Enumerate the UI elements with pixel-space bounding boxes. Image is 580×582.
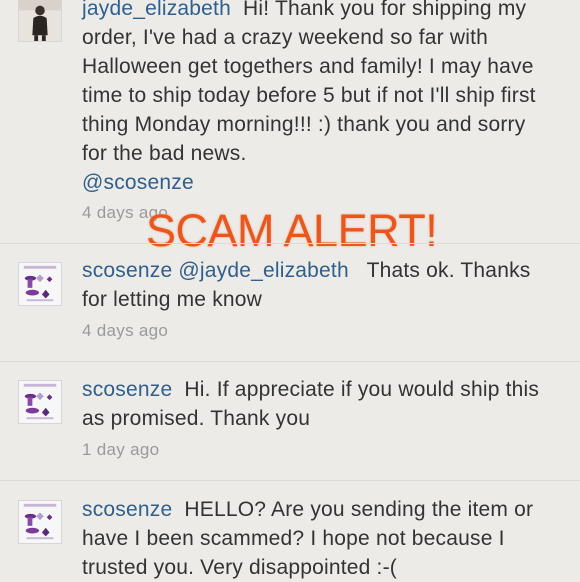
comment-username[interactable]: jayde_elizabeth: [82, 0, 231, 20]
shop-logo-avatar-icon: [19, 263, 61, 305]
shop-logo-avatar-icon: [19, 381, 61, 423]
divider: [0, 361, 580, 362]
comment-username[interactable]: scosenze: [82, 498, 172, 521]
comment-body: scosenze @jayde_elizabeth Thats ok. Than…: [82, 256, 552, 314]
user-avatar[interactable]: [18, 0, 62, 42]
comment-username[interactable]: scosenze: [82, 378, 172, 401]
comment-timestamp: 4 days ago: [82, 321, 169, 340]
user-avatar[interactable]: [18, 380, 62, 424]
comment-mention[interactable]: @jayde_elizabeth: [178, 259, 348, 282]
divider: [0, 243, 580, 244]
user-photo-avatar-icon: [19, 0, 61, 41]
comment-text: Hi! Thank you for shipping my order, I'v…: [82, 0, 542, 165]
user-avatar[interactable]: [18, 262, 62, 306]
comment-timestamp: 1 day ago: [82, 440, 160, 459]
comment-username[interactable]: scosenze: [82, 259, 172, 282]
scam-alert-overlay: SCAM ALERT!: [146, 205, 438, 256]
comment-body: jayde_elizabeth Hi! Thank you for shippi…: [82, 0, 552, 197]
divider: [0, 480, 580, 481]
shop-logo-avatar-icon: [19, 501, 61, 543]
comment-mention[interactable]: @scosenze: [82, 171, 194, 194]
comment-body: scosenze Hi. If appreciate if you would …: [82, 375, 552, 433]
user-avatar[interactable]: [18, 500, 62, 544]
comment-body: scosenze HELLO? Are you sending the item…: [82, 495, 552, 582]
